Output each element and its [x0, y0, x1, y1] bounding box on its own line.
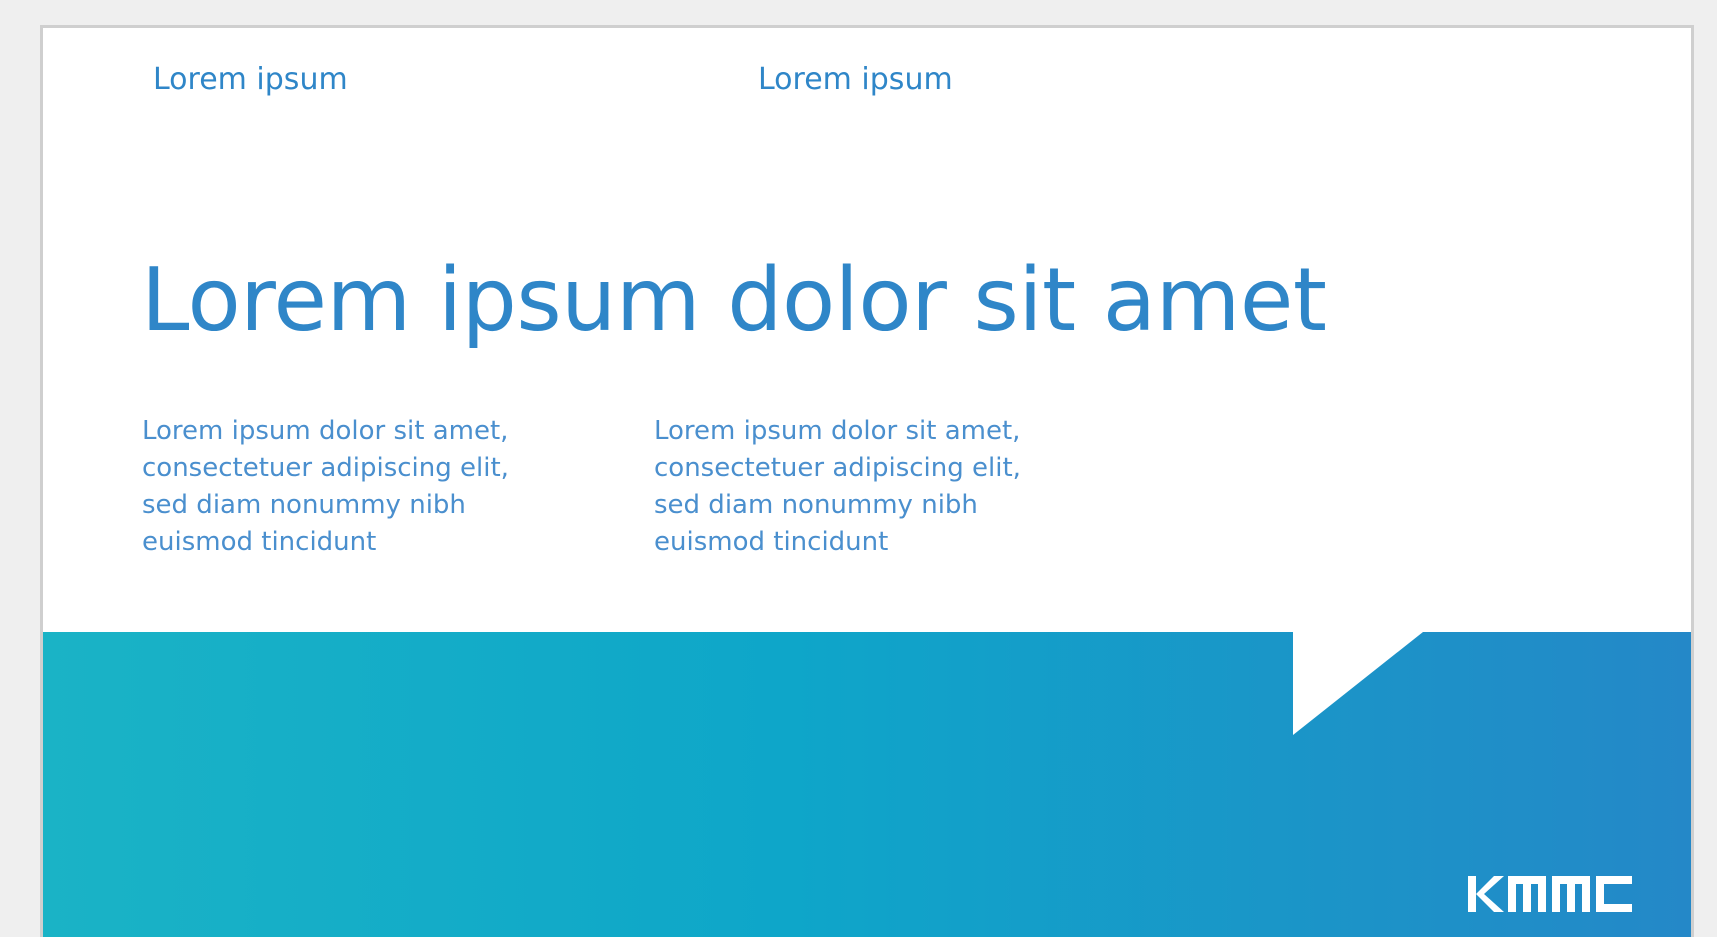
banner-shape — [43, 632, 1691, 937]
headline: Lorem ipsum dolor sit amet — [141, 249, 1327, 351]
gradient-banner: KMMC — [43, 632, 1691, 937]
header-label-right: Lorem ipsum — [758, 62, 953, 97]
logo-mark-icon — [1468, 876, 1632, 912]
body-text-column-1: Lorem ipsum dolor sit amet, consectetuer… — [142, 416, 509, 557]
kmmc-logo: KMMC — [1468, 872, 1634, 916]
header-label-left: Lorem ipsum — [153, 62, 348, 97]
body-text-column-2: Lorem ipsum dolor sit amet, consectetuer… — [654, 416, 1021, 557]
document-card: Lorem ipsum Lorem ipsum Lorem ipsum dolo… — [40, 25, 1694, 937]
